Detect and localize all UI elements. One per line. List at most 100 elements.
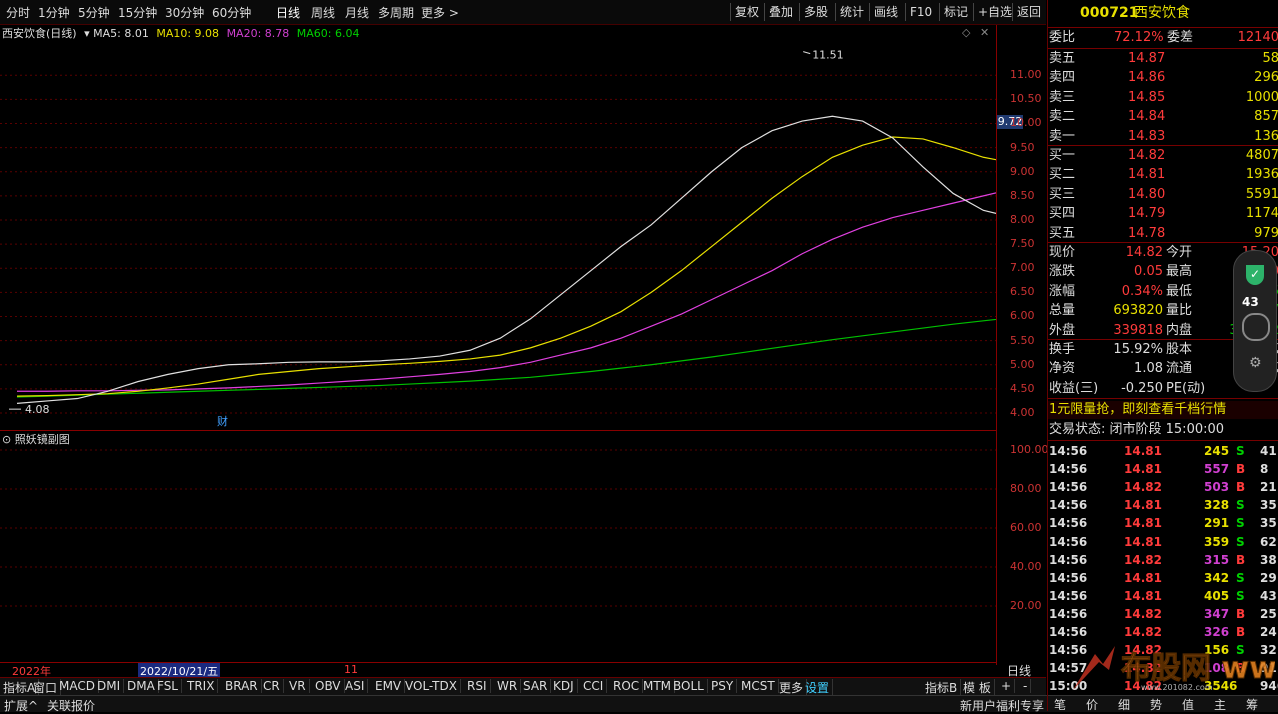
trade-state: 交易状态: 闭市阶段 15:00:00 [1049,422,1225,437]
indicator-tab[interactable]: ASI [342,679,369,693]
indicator-tab[interactable]: VR [286,679,310,693]
right-tab[interactable]: 笔 [1054,696,1066,713]
bid-row[interactable]: 买四 14.79 1174 [1048,205,1278,223]
ask-row[interactable]: 卖三 14.85 1000 [1048,89,1278,107]
finance-marker[interactable]: 财 [217,413,228,429]
f10-button[interactable]: F10 [905,3,936,21]
trade-direction: B [1236,625,1246,639]
indicator-tab[interactable]: CR [260,679,284,693]
related-quote-button[interactable]: 关联报价 [47,697,95,714]
promo-banner[interactable]: 1元限量抢，即刻查看千档行情 [1048,401,1278,419]
indicator-tab[interactable]: 设置 [802,679,834,696]
ma20-line [17,192,996,392]
bid-row[interactable]: 买二 14.81 1936 [1048,166,1278,184]
bid-row[interactable]: 买三 14.80 5591 [1048,186,1278,204]
trade-row: 15:00 14.82 3546 946 [1048,677,1278,695]
period-tab-15min[interactable]: 15分钟 [118,4,157,21]
book-volume: 296 [1254,70,1278,86]
trade-row: 14:57 14.82 108 B 91 [1048,659,1278,677]
indicator-tab[interactable]: WR [494,679,522,693]
subchart-area[interactable] [0,430,996,662]
fund-value: -0.250 [1121,380,1163,396]
add-favorite-button[interactable]: +自选 [973,3,1016,21]
indicator-tab[interactable]: RSI [464,679,491,693]
period-tab-monthly[interactable]: 月线 [345,4,369,21]
book-label: 买四 [1049,206,1076,222]
bid-row[interactable]: 买一 14.82 4807 [1048,147,1278,165]
indicator-tab[interactable]: EMV [372,679,406,693]
candlestick-chart[interactable]: 11.51 4.08 [0,25,996,430]
sub-y-tick-label: 40.00 [1010,560,1042,573]
indicator-tab[interactable]: SAR [520,679,552,693]
indicator-tab[interactable]: FSL [154,679,182,693]
indicator-tab[interactable]: KDJ [550,679,578,693]
book-price: 14.84 [1128,109,1166,125]
back-button[interactable]: 返回 [1012,3,1045,21]
bid-row[interactable]: 买五 14.78 979 [1048,225,1278,243]
right-tab[interactable]: 值 [1182,696,1194,713]
indicator-tab[interactable]: VOL-TDX [402,679,461,693]
right-tab[interactable]: 细 [1118,696,1130,713]
sub-y-tick-label: 80.00 [1010,482,1042,495]
expand-button[interactable]: 扩展^ [4,697,38,714]
weicha-value: 12140 [1237,30,1278,45]
indicator-tab[interactable]: ROC [610,679,644,693]
new-user-promo[interactable]: 新用户福利专享 [960,697,1044,714]
indicator-tab[interactable]: MACD [56,679,99,693]
settings-icon[interactable]: ⚙ [1249,355,1262,371]
period-tab-fenshi[interactable]: 分时 [6,4,30,21]
indicator-tab-right[interactable]: 模 板 [960,679,995,696]
book-volume: 58 [1262,51,1278,66]
overlay-button[interactable]: 叠加 [764,3,797,21]
right-tab[interactable]: 价 [1086,696,1098,713]
ask-row[interactable]: 卖四 14.86 296 [1048,69,1278,87]
fuquan-button[interactable]: 复权 [730,3,763,21]
indicator-tab[interactable]: MCST [738,679,779,693]
indicator-tab[interactable]: BOLL [670,679,708,693]
book-price: 14.83 [1128,128,1166,144]
indicator-tab-right[interactable]: 指标B [922,679,962,696]
book-price: 14.86 [1128,70,1166,86]
indicator-tab-right[interactable]: - [1020,679,1032,693]
indicator-tab[interactable]: TRIX [184,679,219,693]
sub-y-tick-label: 60.00 [1010,521,1042,534]
indicator-tab-right[interactable]: + [998,679,1016,693]
right-tab[interactable]: 势 [1150,696,1162,713]
period-tab-daily[interactable]: 日线 [276,4,300,21]
indicator-tab[interactable]: OBV [312,679,345,693]
indicator-tab[interactable]: BRAR [222,679,262,693]
divider [1048,242,1278,243]
quote-panel: 000721 西安饮食 委比 72.12% 委差 12140 卖五 14.87 58… [1047,0,1278,713]
period-tab-5min[interactable]: 5分钟 [78,4,110,21]
period-tab-more[interactable]: 更多 > [421,4,459,21]
floating-widget[interactable]: ✓ 43 ⚙ [1233,250,1277,392]
draw-line-button[interactable]: 画线 [869,3,902,21]
ask-row[interactable]: 卖二 14.84 857 [1048,108,1278,126]
fund-value: 15.92% [1113,342,1163,357]
book-volume: 1000 [1245,89,1278,105]
low-label: 4.08 [25,403,50,416]
ask-row[interactable]: 卖五 14.87 58 [1048,50,1278,68]
right-tab[interactable]: 筹 [1246,696,1258,713]
period-tab-60min[interactable]: 60分钟 [212,4,251,21]
indicator-tab[interactable]: CCI [580,679,608,693]
trade-price: 14.82 [1124,643,1162,658]
trade-row: 14:56 14.81 557 B 8 [1048,460,1278,478]
indicator-tab[interactable]: PSY [708,679,738,693]
period-tab-1min[interactable]: 1分钟 [38,4,70,21]
period-tab-multi[interactable]: 多周期 [378,4,414,21]
period-tab-weekly[interactable]: 周线 [311,4,335,21]
trade-time: 14:56 [1049,643,1088,658]
indicator-tab[interactable]: DMI [94,679,125,693]
trade-volume: 328 [1204,498,1230,513]
period-tab-30min[interactable]: 30分钟 [165,4,204,21]
promo-text[interactable]: 1元限量抢，即刻查看千档行情 [1049,401,1226,419]
y-tick-label: 4.00 [1010,406,1035,419]
y-tick-label: 8.00 [1010,212,1035,226]
multi-stock-button[interactable]: 多股 [799,3,832,21]
stats-button[interactable]: 统计 [835,3,868,21]
ask-row[interactable]: 卖一 14.83 136 [1048,128,1278,146]
mark-button[interactable]: 标记 [939,3,972,21]
trade-volume: 3546 [1204,679,1238,694]
right-tab[interactable]: 主 [1214,696,1226,713]
